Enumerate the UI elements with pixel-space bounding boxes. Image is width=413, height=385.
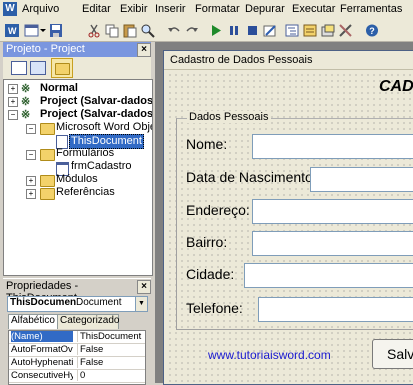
paste-icon[interactable] [122, 23, 138, 38]
telefone-field[interactable] [258, 297, 413, 322]
tree-item-forms[interactable]: Formulários [56, 147, 114, 160]
menu-arquivo[interactable]: Arquivo [22, 3, 59, 15]
object-name: ThisDocumen [10, 297, 77, 308]
object-selector[interactable]: ThisDocumen Document ▼ [7, 296, 148, 312]
properties-grid[interactable]: (Name) ThisDocument AutoFormatOve False … [8, 330, 146, 385]
tree-item-modules[interactable]: Módulos [56, 173, 98, 186]
property-value[interactable]: False [77, 357, 145, 368]
tree-item-references[interactable]: Referências [56, 186, 115, 199]
menu-executar[interactable]: Executar [292, 3, 335, 15]
label-telefone: Telefone: [186, 300, 243, 316]
standard-toolbar: W ? [0, 20, 413, 42]
break-icon[interactable] [226, 23, 242, 38]
close-project-explorer-button[interactable]: × [137, 43, 151, 57]
form-heading: CAD [379, 78, 413, 95]
folder-icon [40, 175, 55, 187]
copy-icon[interactable] [104, 23, 120, 38]
label-bairro: Bairro: [186, 234, 228, 250]
save-button-label: Salva [387, 346, 413, 362]
menu-ferramentas[interactable]: Ferramentas [340, 3, 402, 15]
properties-titlebar: Propriedades - ThisDocument × [3, 278, 151, 304]
menu-depurar[interactable]: Depurar [245, 3, 285, 15]
tree-item-normal[interactable]: Normal [40, 82, 78, 95]
tab-categorizado[interactable]: Categorizado [57, 314, 119, 329]
cidade-field[interactable] [244, 263, 413, 288]
property-row[interactable]: AutoFormatOve False [9, 344, 145, 357]
help-icon[interactable]: ? [364, 23, 380, 38]
property-value[interactable]: 0 [77, 370, 145, 381]
property-value[interactable]: False [77, 344, 145, 355]
cut-icon[interactable] [86, 23, 102, 38]
folder-icon [40, 123, 55, 135]
menu-bar: W Arquivo Editar Exibir Inserir Formatar… [0, 0, 413, 21]
project-explorer-titlebar: Projeto - Project × [3, 42, 151, 57]
save-icon[interactable] [48, 23, 64, 38]
close-properties-button[interactable]: × [137, 280, 151, 294]
tree-item-project-2[interactable]: Project (Salvar-dados-n [40, 108, 152, 121]
menu-editar[interactable]: Editar [82, 3, 111, 15]
object-type: Document [76, 297, 122, 308]
website-link[interactable]: www.tutoriaisword.com [208, 348, 331, 362]
word-app-icon[interactable]: W [3, 2, 17, 16]
project-explorer-title: Projeto - Project [6, 43, 85, 55]
project-explorer-icon[interactable] [284, 23, 300, 38]
property-name: AutoFormatOve [11, 344, 73, 355]
property-name: AutoHyphenatic [11, 357, 73, 368]
folder-icon [40, 149, 55, 161]
property-value[interactable]: ThisDocument [77, 331, 145, 342]
menu-inserir[interactable]: Inserir [155, 3, 186, 15]
menu-formatar[interactable]: Formatar [195, 3, 240, 15]
vba-project-icon: ※ [21, 96, 31, 108]
label-endereco: Endereço: [186, 202, 250, 218]
bairro-field[interactable] [252, 231, 413, 256]
design-mode-icon[interactable] [262, 23, 278, 38]
label-data-nascimento: Data de Nascimento: [186, 169, 317, 185]
tree-item-frm-cadastro[interactable]: frmCadastro [71, 160, 132, 173]
property-row[interactable]: ConsecutiveHyp 0 [9, 370, 145, 383]
save-button[interactable]: Salva [372, 339, 413, 369]
property-row[interactable]: AutoHyphenatic False [9, 357, 145, 370]
toggle-folders-icon[interactable] [51, 58, 73, 78]
tree-item-project-1[interactable]: Project (Salvar-dados-n [40, 95, 152, 108]
redo-icon[interactable] [184, 23, 200, 38]
userform-titlebar: Cadastro de Dados Pessoais [164, 51, 413, 70]
undo-icon[interactable] [166, 23, 182, 38]
toolbox-icon[interactable] [338, 23, 354, 38]
project-explorer-toolbar [3, 57, 151, 79]
folder-icon [40, 188, 55, 200]
tab-alfabetico[interactable]: Alfabético [8, 314, 58, 329]
properties-window-icon[interactable] [302, 23, 318, 38]
vba-project-icon: ※ [21, 83, 31, 95]
chevron-down-icon[interactable]: ▼ [135, 297, 147, 311]
project-tree[interactable]: + ※ Normal + ※ Project (Salvar-dados-n −… [3, 79, 153, 276]
label-nome: Nome: [186, 136, 228, 152]
label-cidade: Cidade: [186, 266, 235, 282]
property-name: ConsecutiveHyp [11, 370, 73, 381]
nome-field[interactable] [252, 134, 413, 159]
insert-userform-icon[interactable] [24, 23, 46, 38]
run-icon[interactable] [208, 23, 224, 38]
property-row[interactable]: (Name) ThisDocument [9, 331, 145, 344]
endereco-field[interactable] [252, 199, 413, 224]
frame-caption: Dados Pessoais [187, 111, 271, 123]
property-name: (Name) [11, 331, 73, 342]
reset-icon[interactable] [244, 23, 260, 38]
data-nascimento-field[interactable] [310, 167, 413, 192]
view-code-icon[interactable] [11, 61, 27, 75]
tree-item-word-objects[interactable]: Microsoft Word Objetos [56, 121, 152, 134]
find-icon[interactable] [140, 23, 156, 38]
view-object-icon[interactable] [30, 61, 46, 75]
view-word-icon[interactable]: W [4, 23, 20, 38]
svg-text:?: ? [369, 26, 375, 36]
object-browser-icon[interactable] [320, 23, 336, 38]
svg-text:W: W [8, 26, 17, 36]
userform-title: Cadastro de Dados Pessoais [170, 54, 313, 66]
vba-project-icon: ※ [21, 109, 31, 121]
menu-exibir[interactable]: Exibir [120, 3, 148, 15]
